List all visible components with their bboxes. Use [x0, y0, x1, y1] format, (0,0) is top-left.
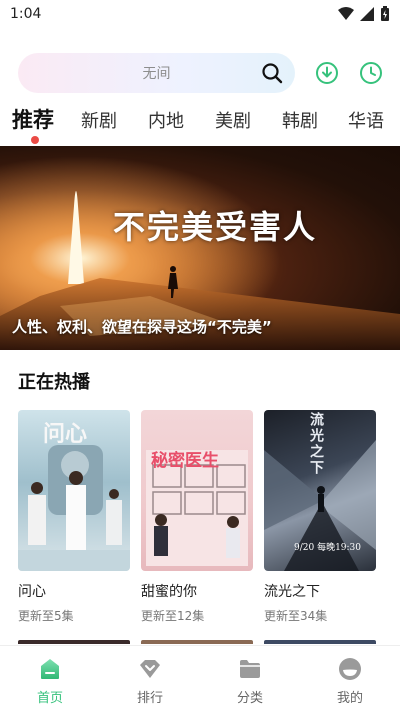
tab-recommend[interactable]: 推荐	[12, 104, 54, 134]
card-poster[interactable]: 秘密医生	[141, 410, 253, 571]
status-time: 1:04	[10, 6, 42, 22]
nav-label: 排行	[136, 691, 163, 706]
home-icon	[41, 659, 59, 679]
poster-title: 秘密医生	[151, 451, 219, 471]
ranking-icon	[140, 660, 160, 678]
peek-card	[264, 640, 376, 644]
search-icon[interactable]	[261, 62, 283, 84]
peek-card	[18, 640, 130, 644]
tab-new-drama[interactable]: 新剧	[81, 107, 117, 133]
poster-image	[146, 450, 248, 566]
card-title: 问心	[18, 584, 46, 600]
card-title: 流光之下	[264, 584, 320, 600]
poster-title: 流光之下	[308, 412, 324, 476]
drama-card[interactable]: 秘密医生 甜蜜的你 更新至12集	[141, 410, 253, 624]
card-poster[interactable]: 流光之下 9/20 每晚19:30	[264, 410, 376, 571]
banner-title: 不完美受害人	[113, 208, 318, 246]
status-bar: 1:04	[0, 0, 400, 28]
drama-card[interactable]: 流光之下 9/20 每晚19:30 流光之下 更新至34集	[264, 410, 376, 624]
poster-air-time: 9/20 每晚19:30	[294, 543, 362, 553]
nav-category[interactable]: 分类	[200, 646, 300, 711]
category-folder-icon	[240, 660, 260, 678]
nav-home[interactable]: 首页	[0, 646, 100, 711]
search-input[interactable]: 无间	[143, 63, 171, 83]
search-box[interactable]: 无间	[18, 53, 295, 93]
wifi-icon	[338, 7, 354, 20]
poster-title: 问心	[43, 421, 88, 447]
card-update-status: 更新至5集	[18, 609, 74, 623]
next-row-peek	[18, 640, 388, 644]
nav-label: 分类	[236, 691, 263, 706]
section-title: 正在热播	[18, 372, 90, 393]
status-icons	[338, 6, 390, 22]
signal-icon	[360, 7, 374, 21]
download-icon[interactable]	[315, 61, 339, 85]
history-clock-icon[interactable]	[359, 61, 383, 85]
peek-card	[141, 640, 253, 644]
now-playing-list: 问心 问心 更新至5集 秘密医生 甜蜜的你 更新至12集 流光之下 9/20 每…	[18, 410, 388, 630]
card-title: 甜蜜的你	[141, 584, 197, 600]
tab-mainland[interactable]: 内地	[148, 107, 184, 133]
nav-label: 首页	[36, 691, 63, 706]
card-update-status: 更新至34集	[264, 609, 328, 623]
active-tab-indicator	[31, 136, 39, 144]
tab-us-drama[interactable]: 美剧	[215, 107, 251, 133]
tab-korean-drama[interactable]: 韩剧	[282, 107, 318, 133]
bottom-navigation: 首页 排行 分类 我的	[0, 645, 400, 711]
banner-caption: 人性、权利、欲望在探寻这场“不完美”	[12, 318, 272, 336]
card-update-status: 更新至12集	[141, 609, 205, 623]
nav-ranking[interactable]: 排行	[100, 646, 200, 711]
drama-card[interactable]: 问心 问心 更新至5集	[18, 410, 130, 624]
profile-icon	[339, 658, 361, 680]
banner-carousel[interactable]: 不完美受害人 人性、权利、欲望在探寻这场“不完美”	[0, 146, 400, 350]
category-tabs: 推荐 新剧 内地 美剧 韩剧 华语	[0, 104, 400, 140]
search-row: 无间	[18, 53, 388, 93]
nav-label: 我的	[336, 691, 363, 706]
battery-icon	[381, 6, 389, 21]
tab-chinese[interactable]: 华语	[348, 107, 384, 133]
nav-profile[interactable]: 我的	[300, 646, 400, 711]
card-poster[interactable]: 问心	[18, 410, 130, 571]
